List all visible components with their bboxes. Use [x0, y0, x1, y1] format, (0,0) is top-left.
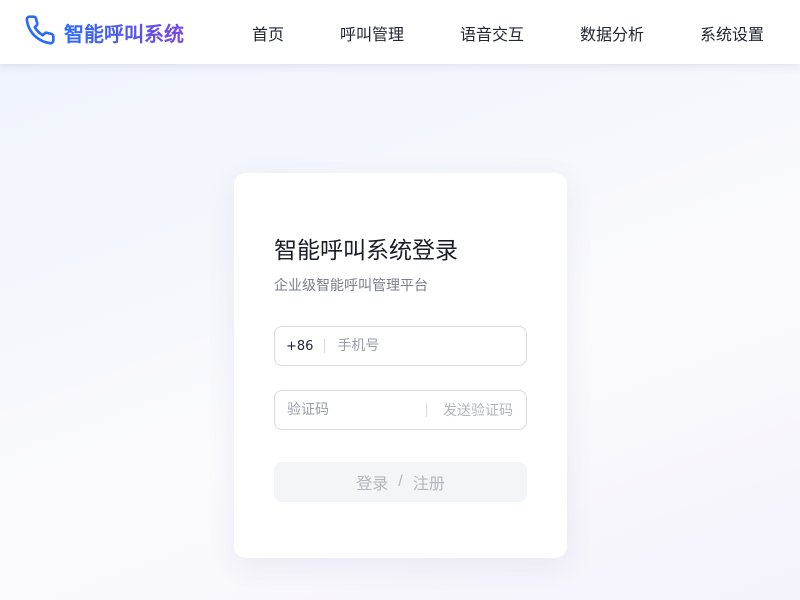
phone-input[interactable] [337, 327, 526, 365]
login-title: 智能呼叫系统登录 [274, 238, 458, 264]
login-card: 智能呼叫系统登录 企业级智能呼叫管理平台 +86 发送验证码 登录 / 注册 [234, 173, 567, 558]
verification-code-input[interactable] [275, 391, 426, 429]
nav-item-data-analysis[interactable]: 数据分析 [580, 21, 644, 45]
login-label: 登录 [356, 476, 389, 493]
send-code-button[interactable]: 发送验证码 [443, 400, 526, 420]
nav-item-call-management[interactable]: 呼叫管理 [340, 21, 404, 45]
verification-code-field: 发送验证码 [274, 390, 527, 430]
phone-field: +86 [274, 326, 527, 366]
divider [426, 403, 427, 417]
phone-icon [24, 14, 56, 50]
divider [324, 339, 326, 353]
register-label: 注册 [412, 476, 445, 493]
login-register-button[interactable]: 登录 / 注册 [274, 462, 527, 502]
nav-item-system-settings[interactable]: 系统设置 [700, 21, 764, 45]
brand[interactable]: 智能呼叫系统 [24, 15, 184, 49]
separator: / [398, 473, 403, 490]
nav-item-home[interactable]: 首页 [252, 21, 284, 45]
login-subtitle: 企业级智能呼叫管理平台 [274, 278, 428, 294]
brand-name: 智能呼叫系统 [64, 18, 184, 47]
nav-item-voice-interaction[interactable]: 语音交互 [460, 21, 524, 45]
top-nav-bar: 智能呼叫系统 首页 呼叫管理 语音交互 数据分析 系统设置 [0, 0, 800, 64]
country-code-prefix[interactable]: +86 [275, 339, 313, 354]
